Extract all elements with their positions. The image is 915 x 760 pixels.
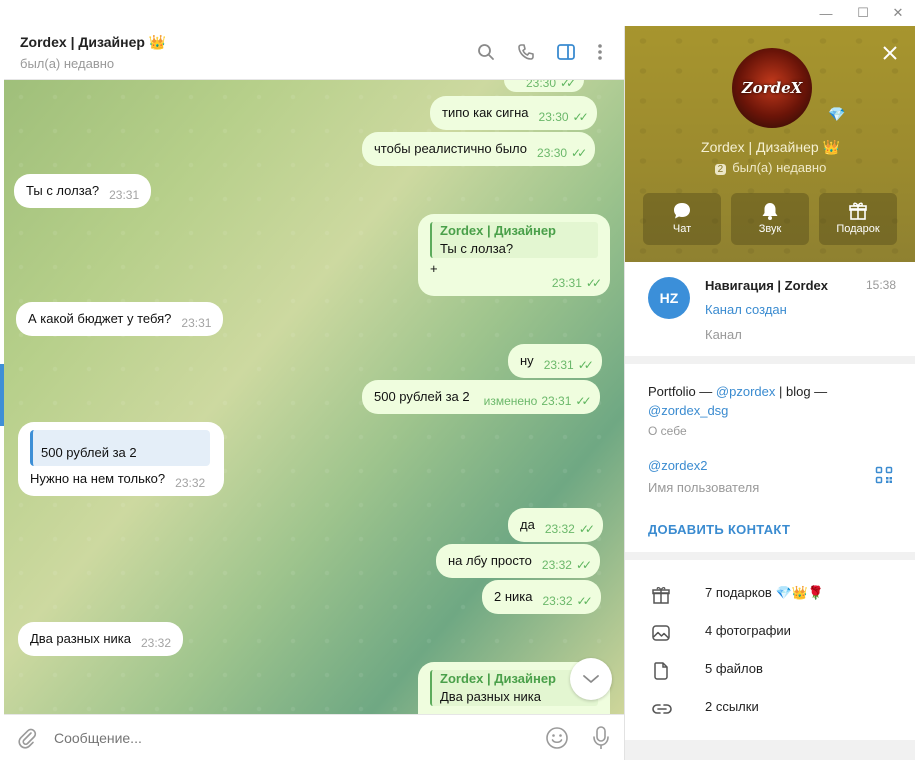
minimize-icon: —	[819, 5, 833, 21]
close-icon	[883, 46, 897, 60]
read-ticks-icon: ✓✓	[578, 522, 595, 536]
message-bubble-reply[interactable]: Zordex | Дизайнер Ты с лолза? + 23:31 ✓✓	[418, 214, 610, 296]
read-ticks-icon: ✓✓	[560, 80, 576, 90]
bell-icon	[762, 203, 778, 220]
phone-icon	[518, 44, 534, 60]
read-ticks-icon: ✓✓	[576, 594, 593, 608]
channel-type-label: Канал	[705, 327, 742, 342]
bio-link-portfolio[interactable]: @pzordex	[716, 384, 775, 399]
message-bubble[interactable]: Два разных ника 23:32	[18, 622, 183, 656]
emoji-icon	[546, 727, 568, 749]
username-link[interactable]: @zordex2	[648, 458, 707, 473]
more-vertical-icon	[598, 44, 602, 60]
profile-status: 2 был(а) недавно	[625, 160, 915, 175]
sidebar-icon	[557, 44, 575, 60]
chevron-down-icon	[583, 675, 599, 683]
profile-info-card: Portfolio — @pzordex | blog — @zordex_ds…	[625, 364, 915, 552]
message-bubble-partial[interactable]: 23:30 ✓✓	[504, 80, 585, 92]
search-button[interactable]	[474, 40, 498, 64]
maximize-button[interactable]: ☐	[843, 0, 883, 26]
profile-header: ZordeX 💎 Zordex | Дизайнер 👑 2 был(а) нед…	[625, 26, 915, 262]
profile-avatar[interactable]: ZordeX	[732, 48, 812, 128]
search-icon	[478, 44, 494, 60]
media-row-photos[interactable]: 4 фотографии	[625, 612, 915, 650]
channel-title: Навигация | Zordex	[705, 278, 829, 293]
reply-preview[interactable]: Zordex | Дизайнер Ты с лолза?	[430, 222, 598, 258]
gift-action-button[interactable]: Подарок	[819, 193, 897, 245]
message-bubble[interactable]: чтобы реалистично было 23:30 ✓✓	[362, 132, 596, 166]
about-label: О себе	[648, 424, 687, 438]
profile-name: Zordex | Дизайнер 👑	[701, 139, 840, 155]
link-icon	[652, 704, 672, 714]
message-bubble[interactable]: Ты с лолза? 23:31	[14, 174, 152, 208]
call-button[interactable]	[514, 40, 538, 64]
read-ticks-icon: ✓✓	[575, 558, 592, 572]
message-bubble[interactable]: 500 рублей за 2 изменено 23:31 ✓✓	[362, 380, 600, 414]
emoji-button[interactable]	[545, 726, 569, 753]
attach-button[interactable]	[16, 727, 38, 752]
message-bubble[interactable]: ну 23:31 ✓✓	[508, 344, 602, 378]
message-bubble[interactable]: А какой бюджет у тебя? 23:31	[16, 302, 224, 336]
profile-panel: ZordeX 💎 Zordex | Дизайнер 👑 2 был(а) нед…	[624, 26, 915, 760]
close-icon: ✕	[892, 5, 904, 20]
read-ticks-icon: ✓✓	[577, 358, 594, 372]
message-list[interactable]: 23:30 ✓✓ типо как сигна 23:30 ✓✓ чтобы реал…	[4, 80, 624, 714]
personal-channel-card[interactable]: HZ Навигация | Zordex 15:38 Канал создан…	[625, 262, 915, 356]
read-ticks-icon: ✓✓	[575, 394, 591, 408]
window-close-button[interactable]: ✕	[878, 0, 915, 26]
gift-icon	[849, 202, 867, 220]
side-panel-toggle[interactable]	[554, 40, 578, 64]
username-label: Имя пользователя	[648, 480, 760, 495]
close-panel-button[interactable]	[877, 40, 903, 66]
more-menu-button[interactable]	[588, 40, 612, 64]
channel-time: 15:38	[866, 278, 897, 292]
qr-code-icon	[875, 466, 893, 484]
scroll-to-bottom-button[interactable]	[570, 658, 612, 700]
message-input[interactable]	[54, 727, 514, 749]
crown-emoji: 👑	[148, 34, 167, 50]
bio-link-blog[interactable]: @zordex_dsg	[648, 403, 728, 418]
read-ticks-icon: ✓✓	[585, 276, 602, 290]
message-bubble-quote[interactable]: 500 рублей за 2 Нужно на нем только? 23:3…	[18, 422, 224, 496]
file-icon	[654, 662, 668, 680]
sound-action-button[interactable]: Звук	[731, 193, 809, 245]
crown-emoji: 👑	[822, 139, 840, 155]
paperclip-icon	[18, 728, 37, 749]
gem-emoji: 💎	[828, 106, 846, 122]
media-row-links[interactable]: 2 ссылки	[625, 688, 915, 726]
channel-avatar: HZ	[648, 277, 690, 319]
minimize-button[interactable]: —	[806, 0, 846, 26]
chat-status: был(а) недавно	[20, 56, 115, 71]
status-badge: 2	[714, 164, 727, 175]
bio-text: Portfolio — @pzordex | blog — @zordex_ds…	[648, 384, 828, 418]
read-ticks-icon: ✓✓	[572, 110, 589, 124]
read-ticks-icon: ✓✓	[571, 146, 587, 160]
chat-title[interactable]: Zordex | Дизайнер 👑	[20, 34, 166, 51]
channel-last-message: Канал создан	[705, 302, 787, 317]
message-bubble[interactable]: на лбу просто 23:32 ✓✓	[436, 544, 601, 578]
media-row-files[interactable]: 5 файлов	[625, 650, 915, 688]
qr-code-button[interactable]	[875, 466, 893, 487]
chat-bubble-icon	[674, 203, 690, 219]
photo-icon	[652, 625, 670, 641]
chat-header: Zordex | Дизайнер 👑 был(а) недавно	[4, 26, 624, 80]
media-row-gifts[interactable]: 7 подарков 💎👑🌹	[625, 574, 915, 612]
message-bubble[interactable]: да 23:32 ✓✓	[508, 508, 603, 542]
chat-action-button[interactable]: Чат	[643, 193, 721, 245]
maximize-icon: ☐	[857, 5, 869, 20]
message-bubble[interactable]: 2 ника 23:32 ✓✓	[482, 580, 601, 614]
message-bubble[interactable]: типо как сигна 23:30 ✓✓	[430, 96, 597, 130]
shared-media-card: 7 подарков 💎👑🌹 4 фотографии 5 файлов 2 с…	[625, 560, 915, 740]
quoted-text[interactable]: 500 рублей за 2	[30, 430, 210, 466]
microphone-icon	[593, 726, 609, 749]
message-composer	[4, 714, 624, 760]
window-titlebar: — ☐ ✕	[0, 0, 915, 26]
gift-box-icon	[652, 587, 670, 604]
add-contact-button[interactable]: ДОБАВИТЬ КОНТАКТ	[648, 522, 790, 537]
voice-record-button[interactable]	[591, 725, 611, 754]
